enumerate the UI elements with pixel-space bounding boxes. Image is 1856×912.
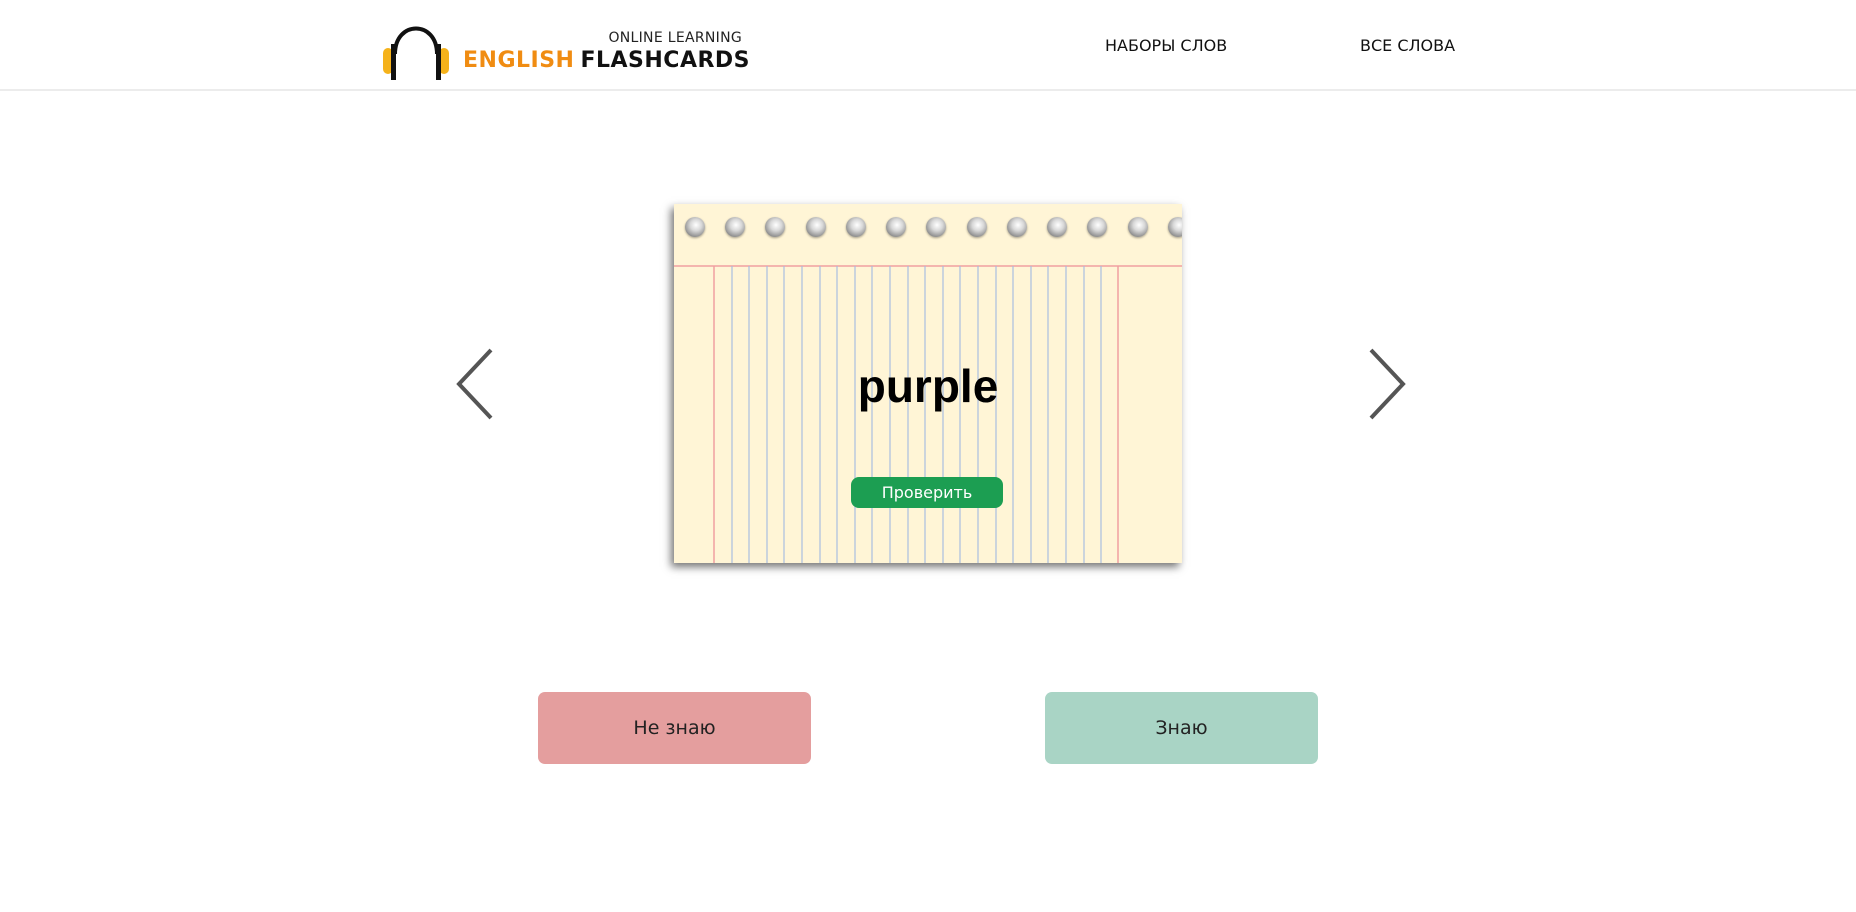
check-button[interactable]: Проверить: [851, 477, 1003, 508]
binder-hole: [1168, 217, 1182, 237]
binder-hole: [1007, 217, 1027, 237]
flashcard-word: purple: [857, 360, 999, 412]
binder-hole: [846, 217, 866, 237]
headphones-icon: [383, 26, 449, 80]
chevron-left-icon: [456, 348, 493, 420]
site-header: ONLINE LEARNING ENGLISH FLASHCARDS НАБОРЫ…: [0, 0, 1856, 91]
binder-hole: [725, 217, 745, 237]
binder-hole: [926, 217, 946, 237]
nav-word-sets[interactable]: НАБОРЫ СЛОВ: [1105, 36, 1227, 55]
next-card-button[interactable]: [1363, 346, 1407, 422]
dont-know-button[interactable]: Не знаю: [538, 692, 811, 764]
binder-hole: [806, 217, 826, 237]
logo-tagline: ONLINE LEARNING: [608, 30, 742, 46]
logo-word-english: ENGLISH: [463, 48, 575, 73]
site-logo[interactable]: ONLINE LEARNING ENGLISH FLASHCARDS: [380, 12, 750, 80]
nav-all-words[interactable]: ВСЕ СЛОВА: [1360, 36, 1455, 55]
logo-word-flashcards: FLASHCARDS: [580, 48, 751, 73]
chevron-right-icon: [1369, 348, 1406, 420]
prev-card-button[interactable]: [455, 346, 499, 422]
know-button[interactable]: Знаю: [1045, 692, 1318, 764]
binder-hole: [765, 217, 785, 237]
binder-hole: [1128, 217, 1148, 237]
logo-title: ENGLISH FLASHCARDS: [463, 48, 750, 73]
binder-hole: [886, 217, 906, 237]
flashcard: purple Проверить: [674, 204, 1182, 563]
binder-hole: [967, 217, 987, 237]
binder-hole: [1047, 217, 1067, 237]
binder-hole: [685, 217, 705, 237]
binder-hole: [1087, 217, 1107, 237]
